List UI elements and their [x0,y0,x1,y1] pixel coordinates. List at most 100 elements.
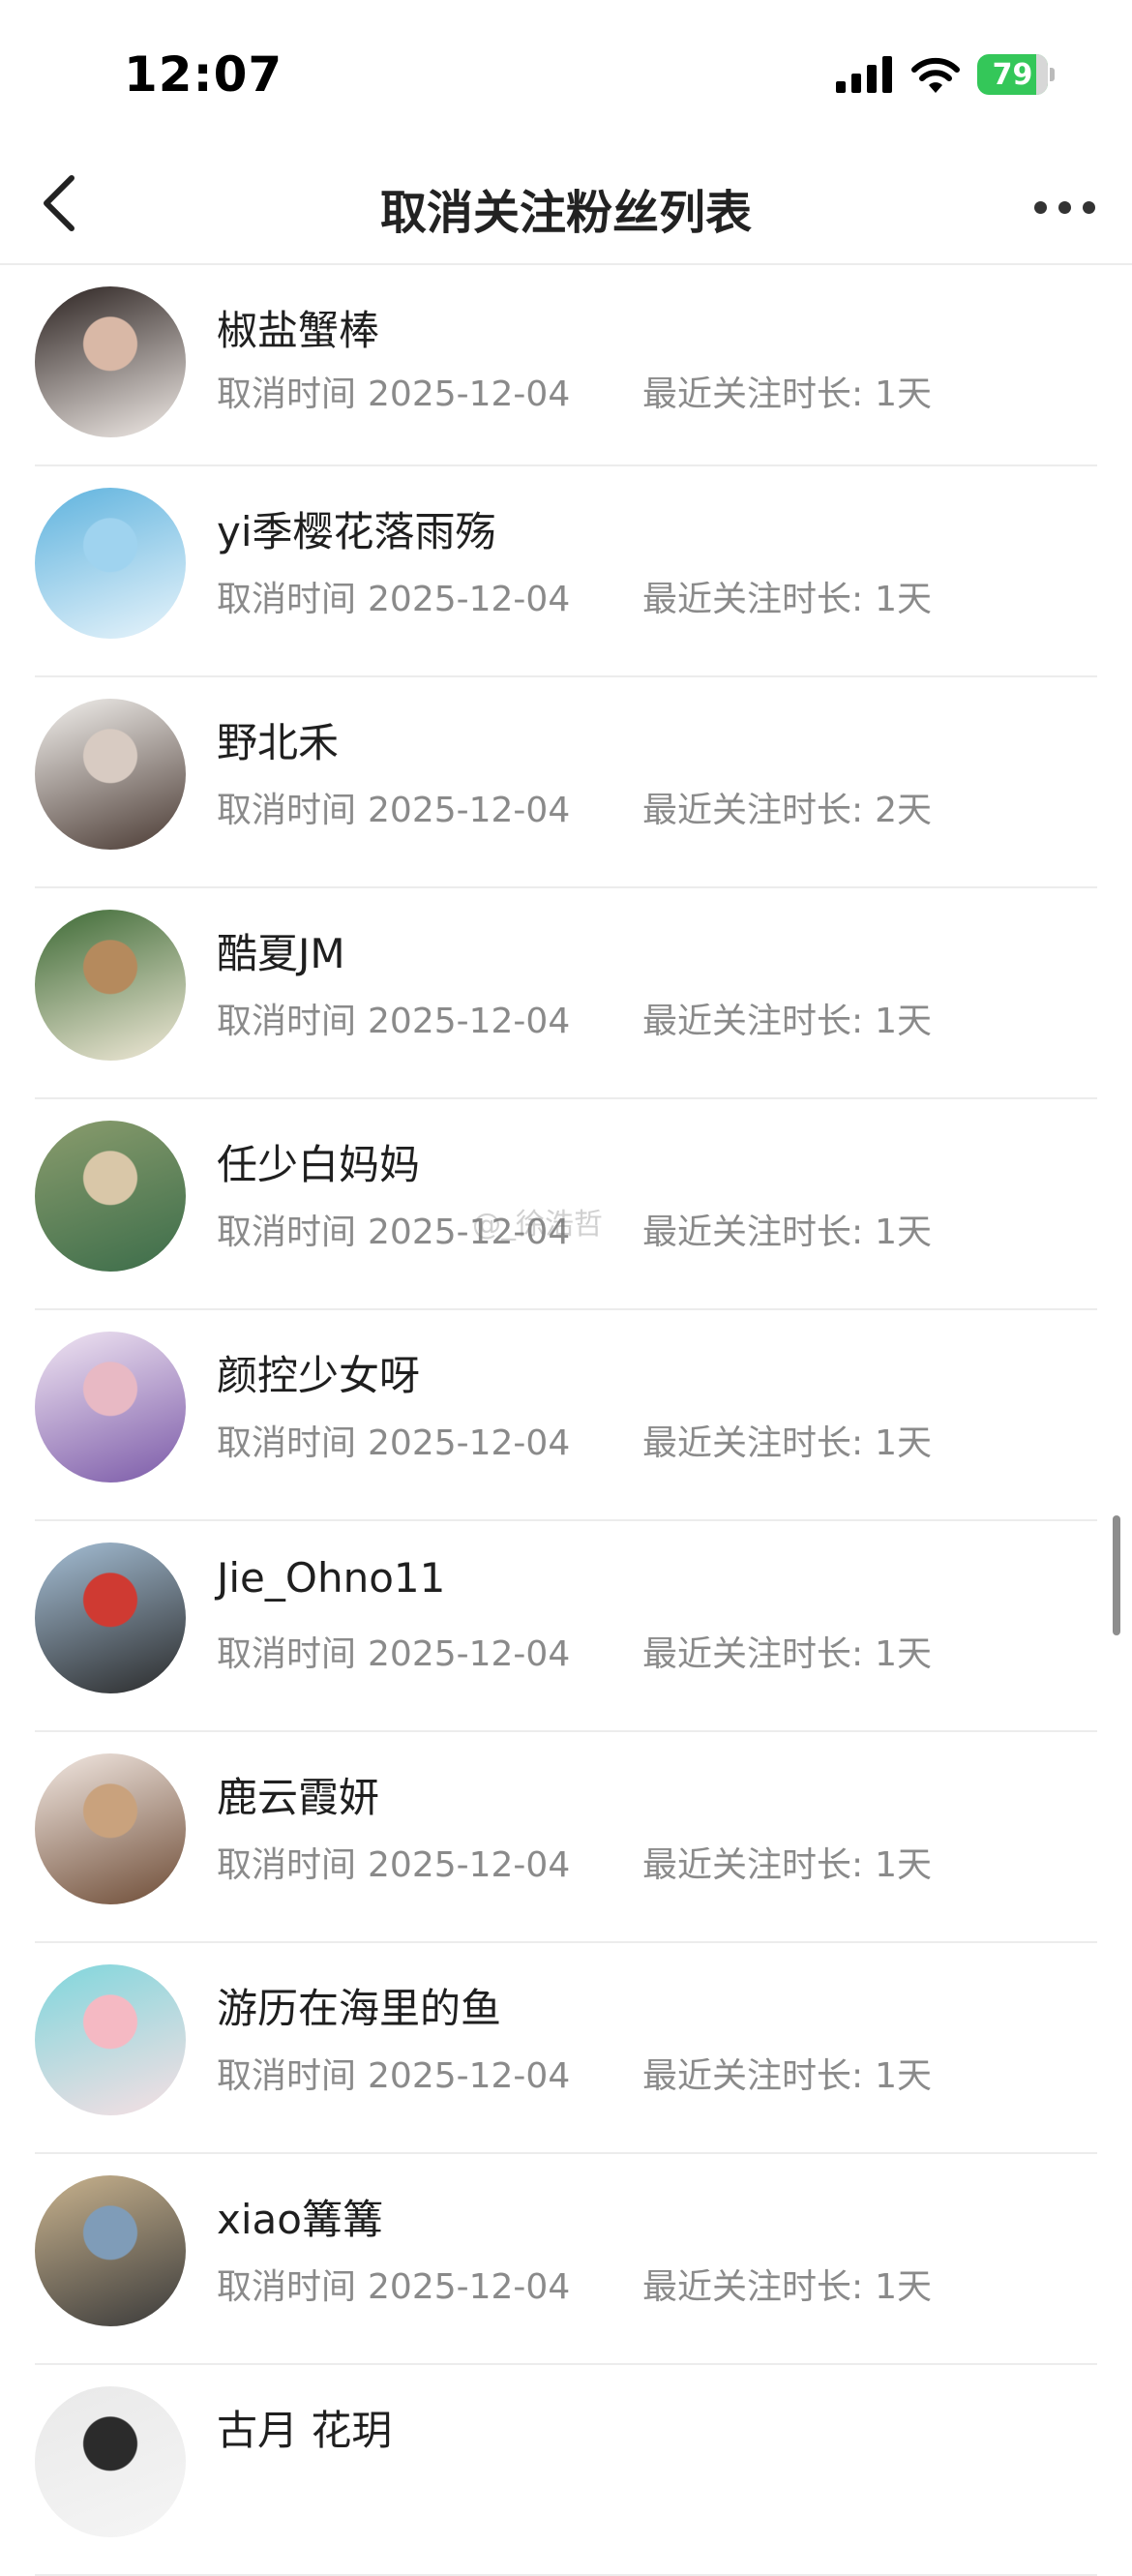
list-item[interactable]: xiao篝篝取消时间 2025-12-04 最近关注时长: 1天 [35,2154,1097,2365]
list-item[interactable]: 野北禾取消时间 2025-12-04 最近关注时长: 2天 [35,677,1097,888]
duration-value: 1天 [875,374,933,414]
duration-label: 最近关注时长: [642,2056,864,2096]
duration-value: 1天 [875,1002,933,1041]
duration-label: 最近关注时长: [642,1423,864,1463]
cancel-date: 2025-12-04 [368,1002,571,1041]
user-name[interactable]: 古月 花玥 [217,2398,392,2457]
avatar[interactable] [35,2386,186,2537]
duration-value: 1天 [875,1213,933,1252]
nav-bar: 取消关注粉丝列表 [0,145,1132,265]
user-name[interactable]: 游历在海里的鱼 [217,1976,501,2035]
cancel-date: 2025-12-04 [368,2267,571,2307]
unfollow-meta: 取消时间 2025-12-04 最近关注时长: 1天 [217,366,932,416]
user-name[interactable]: xiao篝篝 [217,2187,383,2246]
unfollow-meta: 取消时间 2025-12-04 最近关注时长: 1天 [217,1626,932,1676]
unfollowed-fans-list: 椒盐蟹棒取消时间 2025-12-04 最近关注时长: 1天 yi季樱花落雨殇取消时间 2… [0,265,1132,2576]
user-name[interactable]: 酷夏JM [217,921,345,980]
user-name[interactable]: yi季樱花落雨殇 [217,499,496,558]
follow-duration: 最近关注时长: 1天 [642,1626,932,1676]
cancel-date: 2025-12-04 [368,1423,571,1463]
avatar[interactable] [35,2175,186,2326]
cancel-time-label: 取消时间 [217,2267,357,2307]
cancel-date: 2025-12-04 [368,791,571,830]
follow-duration: 最近关注时长: 1天 [642,993,932,1043]
follow-duration: 最近关注时长: 1天 [642,1837,932,1887]
cancel-time-label: 取消时间 [217,1002,357,1041]
unfollow-meta: 取消时间 2025-12-04 最近关注时长: 1天 [217,2259,932,2309]
duration-label: 最近关注时长: [642,1845,864,1885]
user-name[interactable]: 椒盐蟹棒 [217,298,379,357]
cancel-time-label: 取消时间 [217,1845,357,1885]
follow-duration: 最近关注时长: 1天 [642,2048,932,2098]
unfollow-meta: 取消时间 2025-12-04 最近关注时长: 1天 [217,571,932,621]
user-name[interactable]: Jie_Ohno11 [217,1554,445,1602]
duration-value: 1天 [875,1423,933,1463]
cancel-date: 2025-12-04 [368,1634,571,1674]
duration-label: 最近关注时长: [642,791,864,830]
duration-value: 1天 [875,1634,933,1674]
avatar[interactable] [35,699,186,850]
avatar[interactable] [35,1332,186,1483]
cancel-time-label: 取消时间 [217,2056,357,2096]
scrollbar[interactable] [1113,1515,1120,1635]
avatar[interactable] [35,1753,186,1904]
duration-value: 1天 [875,1845,933,1885]
cancel-time-label: 取消时间 [217,1213,357,1252]
list-item[interactable]: 椒盐蟹棒 取消时间 2025-12-04 最近关注时长: 1天 [35,265,1097,466]
cancel-time-label: 取消时间 [217,580,357,619]
cancel-time-label: 取消时间 [217,1423,357,1463]
status-time: 12:07 [124,46,283,103]
duration-label: 最近关注时长: [642,580,864,619]
avatar[interactable] [35,1121,186,1272]
duration-value: 1天 [875,580,933,619]
avatar[interactable] [35,488,186,639]
list-item[interactable]: Jie_Ohno11 取消时间 2025-12-04 最近关注时长: 1天 [35,1521,1097,1732]
battery-indicator: 79 [977,54,1055,95]
duration-label: 最近关注时长: [642,1213,864,1252]
cancel-time-label: 取消时间 [217,791,357,830]
unfollow-meta: 取消时间 2025-12-04 最近关注时长: 2天 [217,782,932,832]
user-name[interactable]: 颜控少女呀 [217,1343,420,1402]
wifi-icon [911,57,960,93]
cancel-date: 2025-12-04 [368,2056,571,2096]
user-name[interactable]: 野北禾 [217,710,339,769]
list-item[interactable]: 鹿云霞妍 取消时间 2025-12-04 最近关注时长: 1天 [35,1732,1097,1943]
follow-duration: 最近关注时长: 1天 [642,1204,932,1254]
page-title: 取消关注粉丝列表 [379,186,752,240]
list-item[interactable]: 酷夏JM 取消时间 2025-12-04 最近关注时长: 1天 [35,888,1097,1099]
list-item[interactable]: 古月 花玥 [35,2365,1097,2576]
cancel-date: 2025-12-04 [368,580,571,619]
list-item[interactable]: yi季樱花落雨殇取消时间 2025-12-04 最近关注时长: 1天 [35,466,1097,677]
user-name[interactable]: 任少白妈妈 [217,1132,420,1191]
list-item[interactable]: 游历在海里的鱼取消时间 2025-12-04 最近关注时长: 1天 [35,1943,1097,2154]
duration-label: 最近关注时长: [642,1634,864,1674]
more-dot-icon [1082,200,1095,214]
unfollow-meta: 取消时间 2025-12-04 最近关注时长: 1天 [217,993,932,1043]
duration-value: 1天 [875,2267,933,2307]
status-bar: 12:07 79 [0,0,1132,145]
avatar[interactable] [35,1543,186,1693]
unfollow-meta: 取消时间 2025-12-04 最近关注时长: 1天 [217,1837,932,1887]
duration-label: 最近关注时长: [642,2267,864,2307]
follow-duration: 最近关注时长: 1天 [642,366,932,416]
follow-duration: 最近关注时长: 2天 [642,782,932,832]
duration-value: 2天 [875,791,933,830]
cancel-time-label: 取消时间 [217,1634,357,1674]
duration-value: 1天 [875,2056,933,2096]
more-dot-icon [1033,200,1047,214]
avatar[interactable] [35,910,186,1061]
battery-level: 79 [992,57,1033,92]
follow-duration: 最近关注时长: 1天 [642,2259,932,2309]
list-item[interactable]: 颜控少女呀取消时间 2025-12-04 最近关注时长: 1天 [35,1310,1097,1521]
avatar[interactable] [35,1964,186,2115]
cellular-signal-icon [836,56,892,93]
follow-duration: 最近关注时长: 1天 [642,1415,932,1465]
duration-label: 最近关注时长: [642,1002,864,1041]
avatar[interactable] [35,286,186,437]
watermark: @_徐浩哲 [472,1208,603,1242]
cancel-date: 2025-12-04 [368,374,571,414]
more-options-button[interactable] [1016,168,1113,246]
user-name[interactable]: 鹿云霞妍 [217,1765,379,1824]
duration-label: 最近关注时长: [642,374,864,414]
status-icons: 79 [836,52,1055,97]
